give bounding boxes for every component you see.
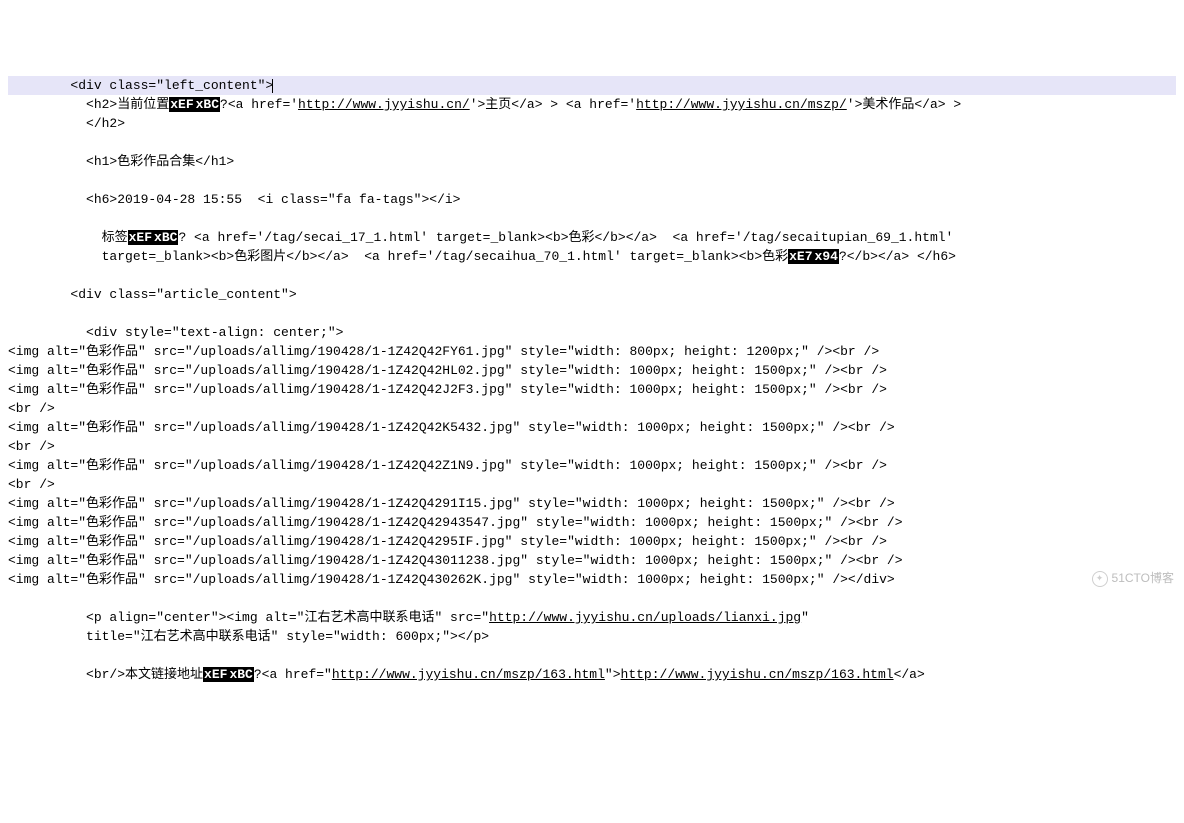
url-text: http://www.jyyishu.cn/uploads/lianxi.jpg — [489, 610, 801, 625]
code-line — [8, 209, 1176, 228]
hex-escape: x94 — [814, 249, 839, 264]
code-line: <img alt="色彩作品" src="/uploads/allimg/190… — [8, 361, 1176, 380]
hex-escape: xE7 — [788, 249, 813, 264]
code-line: title="江右艺术高中联系电话" style="width: 600px;"… — [8, 627, 1176, 646]
code-line: <div class="left_content"> — [8, 76, 1176, 95]
code-line — [8, 304, 1176, 323]
url-text: http://www.jyyishu.cn/mszp/ — [636, 97, 847, 112]
code-line: <img alt="色彩作品" src="/uploads/allimg/190… — [8, 513, 1176, 532]
hex-escape: xBC — [228, 667, 253, 682]
hex-escape: xEF — [128, 230, 153, 245]
code-line: <br /> — [8, 399, 1176, 418]
code-line: <h2>当前位置xEFxBC?<a href='http://www.jyyis… — [8, 95, 1176, 114]
code-line: <div class="article_content"> — [8, 285, 1176, 304]
code-line: </h2> — [8, 114, 1176, 133]
watermark: ✦ 51CTO博客 — [1092, 569, 1174, 588]
watermark-text: 51CTO博客 — [1112, 569, 1174, 588]
code-line: <br /> — [8, 437, 1176, 456]
hex-escape: xEF — [169, 97, 194, 112]
code-line — [8, 646, 1176, 665]
code-line — [8, 589, 1176, 608]
code-line: <h1>色彩作品合集</h1> — [8, 152, 1176, 171]
code-line: <br/>本文链接地址xEFxBC?<a href="http://www.jy… — [8, 665, 1176, 684]
code-line — [8, 171, 1176, 190]
url-text: http://www.jyyishu.cn/ — [298, 97, 470, 112]
url-text: http://www.jyyishu.cn/mszp/163.html — [332, 667, 605, 682]
code-line — [8, 266, 1176, 285]
code-line: <img alt="色彩作品" src="/uploads/allimg/190… — [8, 570, 1176, 589]
code-line: <img alt="色彩作品" src="/uploads/allimg/190… — [8, 551, 1176, 570]
code-line: <p align="center"><img alt="江右艺术高中联系电话" … — [8, 608, 1176, 627]
code-line — [8, 133, 1176, 152]
code-line: <div style="text-align: center;"> — [8, 323, 1176, 342]
hex-escape: xBC — [195, 97, 220, 112]
code-line: <img alt="色彩作品" src="/uploads/allimg/190… — [8, 380, 1176, 399]
code-line: <img alt="色彩作品" src="/uploads/allimg/190… — [8, 532, 1176, 551]
code-line: <img alt="色彩作品" src="/uploads/allimg/190… — [8, 342, 1176, 361]
code-line: <h6>2019-04-28 15:55 <i class="fa fa-tag… — [8, 190, 1176, 209]
code-line: 标签xEFxBC? <a href='/tag/secai_17_1.html'… — [8, 228, 1176, 247]
hex-escape: xBC — [153, 230, 178, 245]
hex-escape: xEF — [203, 667, 228, 682]
url-text: http://www.jyyishu.cn/mszp/163.html — [621, 667, 894, 682]
text-cursor — [272, 79, 273, 93]
code-line: <img alt="色彩作品" src="/uploads/allimg/190… — [8, 494, 1176, 513]
code-line: <img alt="色彩作品" src="/uploads/allimg/190… — [8, 456, 1176, 475]
code-line: <br /> — [8, 475, 1176, 494]
code-line: <img alt="色彩作品" src="/uploads/allimg/190… — [8, 418, 1176, 437]
code-view: <div class="left_content"> <h2>当前位置xEFxB… — [0, 76, 1184, 690]
watermark-icon: ✦ — [1092, 571, 1108, 587]
code-line: target=_blank><b>色彩图片</b></a> <a href='/… — [8, 247, 1176, 266]
